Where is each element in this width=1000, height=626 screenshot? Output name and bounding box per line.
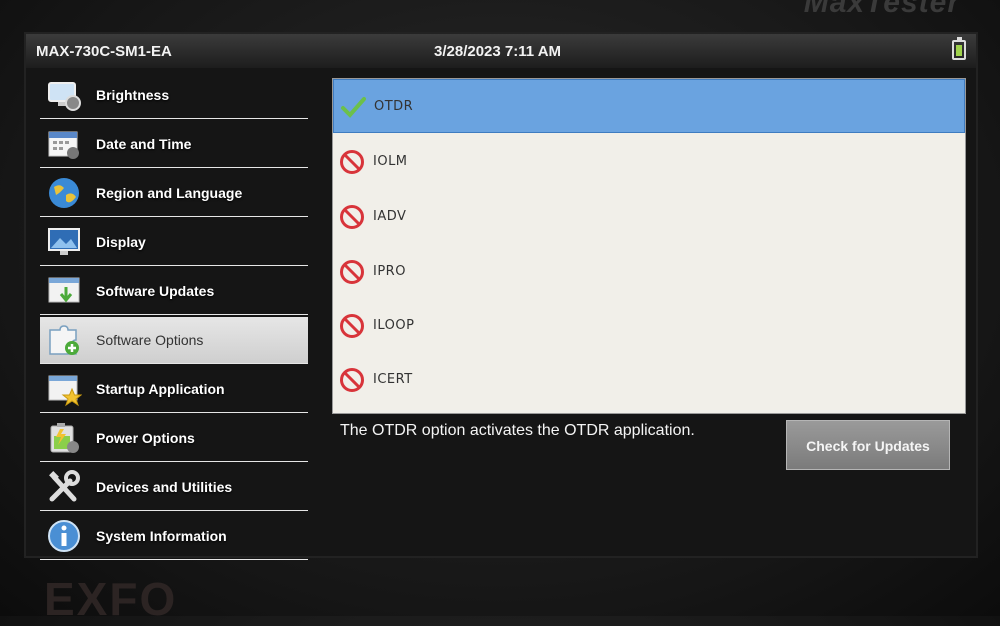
sidebar-item-label: Power Options xyxy=(96,430,195,446)
option-label: ILOOP xyxy=(373,318,415,333)
sidebar-item-system-information[interactable]: System Information xyxy=(40,513,308,560)
software-options-list: OTDR IOLM IADV IPRO ILOOP ICERT xyxy=(332,78,966,414)
option-iloop[interactable]: ILOOP xyxy=(333,299,965,353)
sidebar-item-software-updates[interactable]: Software Updates xyxy=(40,268,308,315)
option-description: The OTDR option activates the OTDR appli… xyxy=(340,422,695,439)
sidebar-item-software-options[interactable]: Software Options xyxy=(40,317,308,364)
option-label: IOLM xyxy=(373,154,408,169)
sidebar: Brightness Date and Time Region and Lang… xyxy=(40,72,318,560)
sidebar-item-devices-and-utilities[interactable]: Devices and Utilities xyxy=(40,464,308,511)
sidebar-item-label: Software Options xyxy=(96,332,204,348)
option-icert[interactable]: ICERT xyxy=(333,353,965,407)
sidebar-item-label: Display xyxy=(96,234,146,250)
sidebar-item-label: Startup Application xyxy=(96,381,225,397)
globe-icon xyxy=(49,178,79,208)
sidebar-item-label: System Information xyxy=(96,528,227,544)
prohibited-icon xyxy=(340,150,364,174)
sidebar-item-startup-application[interactable]: Startup Application xyxy=(40,366,308,413)
puzzle-icon xyxy=(49,325,79,355)
sidebar-item-power-options[interactable]: Power Options xyxy=(40,415,308,462)
battery-icon[interactable] xyxy=(952,37,966,60)
option-label: ICERT xyxy=(373,372,413,387)
prohibited-icon xyxy=(340,314,364,338)
sidebar-item-date-and-time[interactable]: Date and Time xyxy=(40,121,308,168)
check-for-updates-button[interactable]: Check for Updates xyxy=(786,420,950,470)
prohibited-icon xyxy=(340,368,364,392)
sidebar-item-label: Brightness xyxy=(96,87,170,103)
screen: MAX-730C-SM1-EA 3/28/2023 7:11 AM Bright… xyxy=(26,34,976,560)
sidebar-item-brightness[interactable]: Brightness xyxy=(40,72,308,119)
prohibited-icon xyxy=(340,205,364,229)
prohibited-icon xyxy=(340,260,364,284)
clock: 3/28/2023 7:11 AM xyxy=(434,43,562,60)
startup-icon xyxy=(48,375,82,407)
option-label: IADV xyxy=(373,209,407,224)
sidebar-item-label: Devices and Utilities xyxy=(96,479,233,495)
checkmark-icon xyxy=(341,97,366,118)
option-otdr[interactable]: OTDR xyxy=(333,79,965,133)
power-icon xyxy=(50,423,79,453)
title-bar: MAX-730C-SM1-EA 3/28/2023 7:11 AM xyxy=(26,34,976,68)
exfo-logo: EXFO xyxy=(44,573,178,625)
sidebar-item-display[interactable]: Display xyxy=(40,219,308,266)
option-iolm[interactable]: IOLM xyxy=(333,135,965,189)
device-name: MAX-730C-SM1-EA xyxy=(36,43,172,60)
option-ipro[interactable]: IPRO xyxy=(333,245,965,299)
option-iadv[interactable]: IADV xyxy=(333,190,965,244)
monitor-icon xyxy=(48,228,80,255)
maxtester-logo: MaxTester xyxy=(803,0,960,19)
option-label: OTDR xyxy=(374,99,414,114)
calendar-icon xyxy=(48,131,79,159)
brightness-icon xyxy=(48,82,81,111)
sidebar-item-label: Region and Language xyxy=(96,185,243,201)
info-icon xyxy=(48,520,80,552)
sidebar-item-label: Date and Time xyxy=(96,136,192,152)
tools-icon xyxy=(49,470,80,502)
download-icon xyxy=(48,277,80,303)
sidebar-item-label: Software Updates xyxy=(96,283,215,299)
option-label: IPRO xyxy=(373,264,406,279)
sidebar-item-region-and-language[interactable]: Region and Language xyxy=(40,170,308,217)
